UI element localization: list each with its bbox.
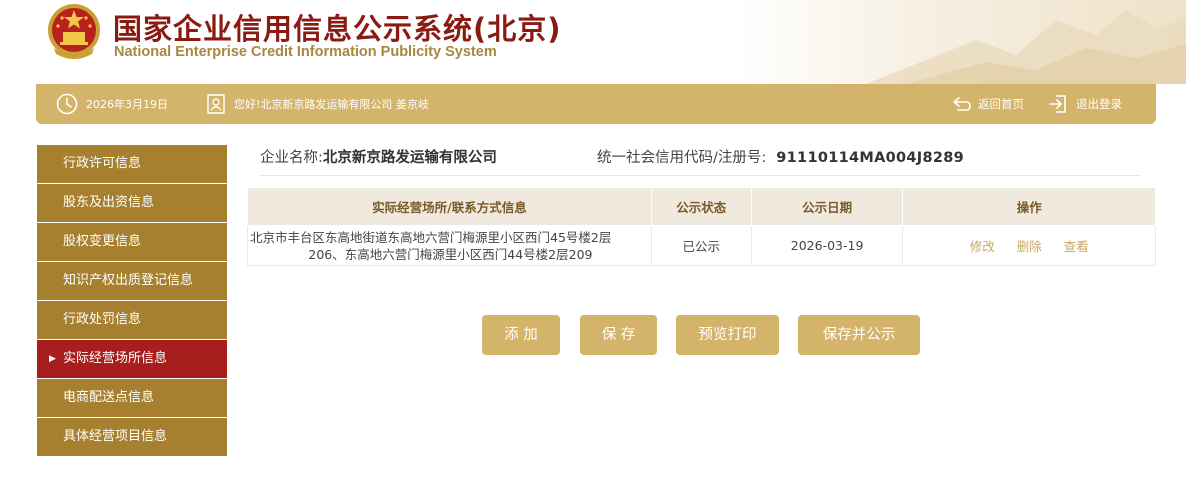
- back-home-link[interactable]: 返回首页: [952, 84, 1024, 124]
- sidebar-item-equity-change[interactable]: 股权变更信息: [37, 223, 227, 261]
- company-name-label: 企业名称:: [260, 150, 323, 166]
- sidebar-item-business-premises[interactable]: ▶ 实际经营场所信息: [37, 340, 227, 378]
- logout-icon: [1049, 95, 1066, 113]
- caret-right-icon: ▶: [49, 354, 56, 364]
- view-link[interactable]: 查看: [1064, 239, 1089, 254]
- delete-link[interactable]: 删除: [1017, 239, 1042, 254]
- site-header: 国家企业信用信息公示系统(北京) National Enterprise Cre…: [0, 0, 1186, 84]
- premises-table: 实际经营场所/联系方式信息 公示状态 公示日期 操作 北京市丰台区东高地街道东高…: [247, 187, 1156, 266]
- address-cell: 北京市丰台区东高地街道东高地六营门梅源里小区西门45号楼2层 206、东高地六营…: [247, 225, 652, 266]
- mountain-decoration: [866, 10, 1186, 84]
- app-root: 国家企业信用信息公示系统(北京) National Enterprise Cre…: [0, 0, 1186, 488]
- col-header-address: 实际经营场所/联系方式信息: [247, 187, 652, 226]
- sidebar-nav: 行政许可信息 股东及出资信息 股权变更信息 知识产权出质登记信息 行政处罚信息 …: [37, 145, 227, 457]
- col-header-date: 公示日期: [750, 187, 904, 226]
- sidebar-item-label: 行政许可信息: [63, 156, 142, 171]
- save-publish-button[interactable]: 保存并公示: [798, 315, 920, 355]
- sidebar-item-ip-pledge[interactable]: 知识产权出质登记信息: [37, 262, 227, 300]
- return-arrow-icon: [953, 97, 971, 111]
- save-button[interactable]: 保 存: [580, 315, 657, 355]
- sidebar-item-shareholders[interactable]: 股东及出资信息: [37, 184, 227, 222]
- sidebar-item-label: 股东及出资信息: [63, 195, 155, 210]
- date-cell: 2026-03-19: [750, 225, 904, 266]
- col-header-actions: 操作: [902, 187, 1156, 226]
- table-header-row: 实际经营场所/联系方式信息 公示状态 公示日期 操作: [247, 187, 1156, 226]
- address-line: 206、东高地六营门梅源里小区西门44号楼2层209: [308, 246, 593, 262]
- table-row: 北京市丰台区东高地街道东高地六营门梅源里小区西门45号楼2层 206、东高地六营…: [247, 225, 1156, 266]
- sidebar-item-ecommerce-delivery[interactable]: 电商配送点信息: [37, 379, 227, 417]
- edit-link[interactable]: 修改: [970, 239, 995, 254]
- sidebar-item-business-projects[interactable]: 具体经营项目信息: [37, 418, 227, 456]
- greeting-text: 您好!北京新京路发运输有限公司 姜京岐: [234, 98, 429, 111]
- sidebar-item-label: 股权变更信息: [63, 234, 142, 249]
- credit-code-row: 统一社会信用代码/注册号: 91110114MA004J8289: [597, 146, 964, 167]
- credit-code: 91110114MA004J8289: [776, 150, 965, 166]
- company-name-row: 企业名称:北京新京路发运输有限公司: [260, 146, 497, 167]
- credit-code-label: 统一社会信用代码/注册号:: [597, 150, 767, 166]
- user-card-icon: [207, 94, 225, 114]
- col-header-status: 公示状态: [650, 187, 752, 226]
- clock-icon: [56, 93, 78, 115]
- company-name: 北京新京路发运输有限公司: [322, 150, 497, 166]
- top-bar: 2026年3月19日 您好!北京新京路发运输有限公司 姜京岐 返回首页 退出登录: [36, 84, 1156, 124]
- sidebar-item-label: 电商配送点信息: [63, 390, 155, 405]
- site-title-cn: 国家企业信用信息公示系统(北京): [113, 12, 562, 46]
- sidebar-item-label: 知识产权出质登记信息: [63, 273, 194, 288]
- sidebar-item-admin-penalty[interactable]: 行政处罚信息: [37, 301, 227, 339]
- logout-link[interactable]: 退出登录: [1048, 84, 1122, 124]
- sidebar-item-label: 实际经营场所信息: [63, 351, 168, 366]
- logout-label: 退出登录: [1076, 97, 1122, 111]
- back-home-label: 返回首页: [978, 97, 1024, 111]
- add-button[interactable]: 添 加: [482, 315, 560, 355]
- status-cell: 已公示: [650, 225, 752, 266]
- site-title-en: National Enterprise Credit Information P…: [114, 44, 497, 60]
- address-line: 北京市丰台区东高地街道东高地六营门梅源里小区西门45号楼2层: [250, 229, 612, 245]
- national-emblem-icon: [48, 4, 100, 59]
- preview-print-button[interactable]: 预览打印: [676, 315, 779, 355]
- sidebar-item-label: 行政处罚信息: [63, 312, 142, 327]
- date-display: 2026年3月19日: [56, 84, 168, 124]
- sidebar-item-admin-license[interactable]: 行政许可信息: [37, 145, 227, 183]
- divider: [260, 175, 1141, 176]
- actions-cell: 修改 删除 查看: [902, 225, 1156, 266]
- sidebar-item-label: 具体经营项目信息: [63, 429, 168, 444]
- user-greeting: 您好!北京新京路发运输有限公司 姜京岐: [206, 84, 429, 124]
- date-text: 2026年3月19日: [86, 98, 168, 111]
